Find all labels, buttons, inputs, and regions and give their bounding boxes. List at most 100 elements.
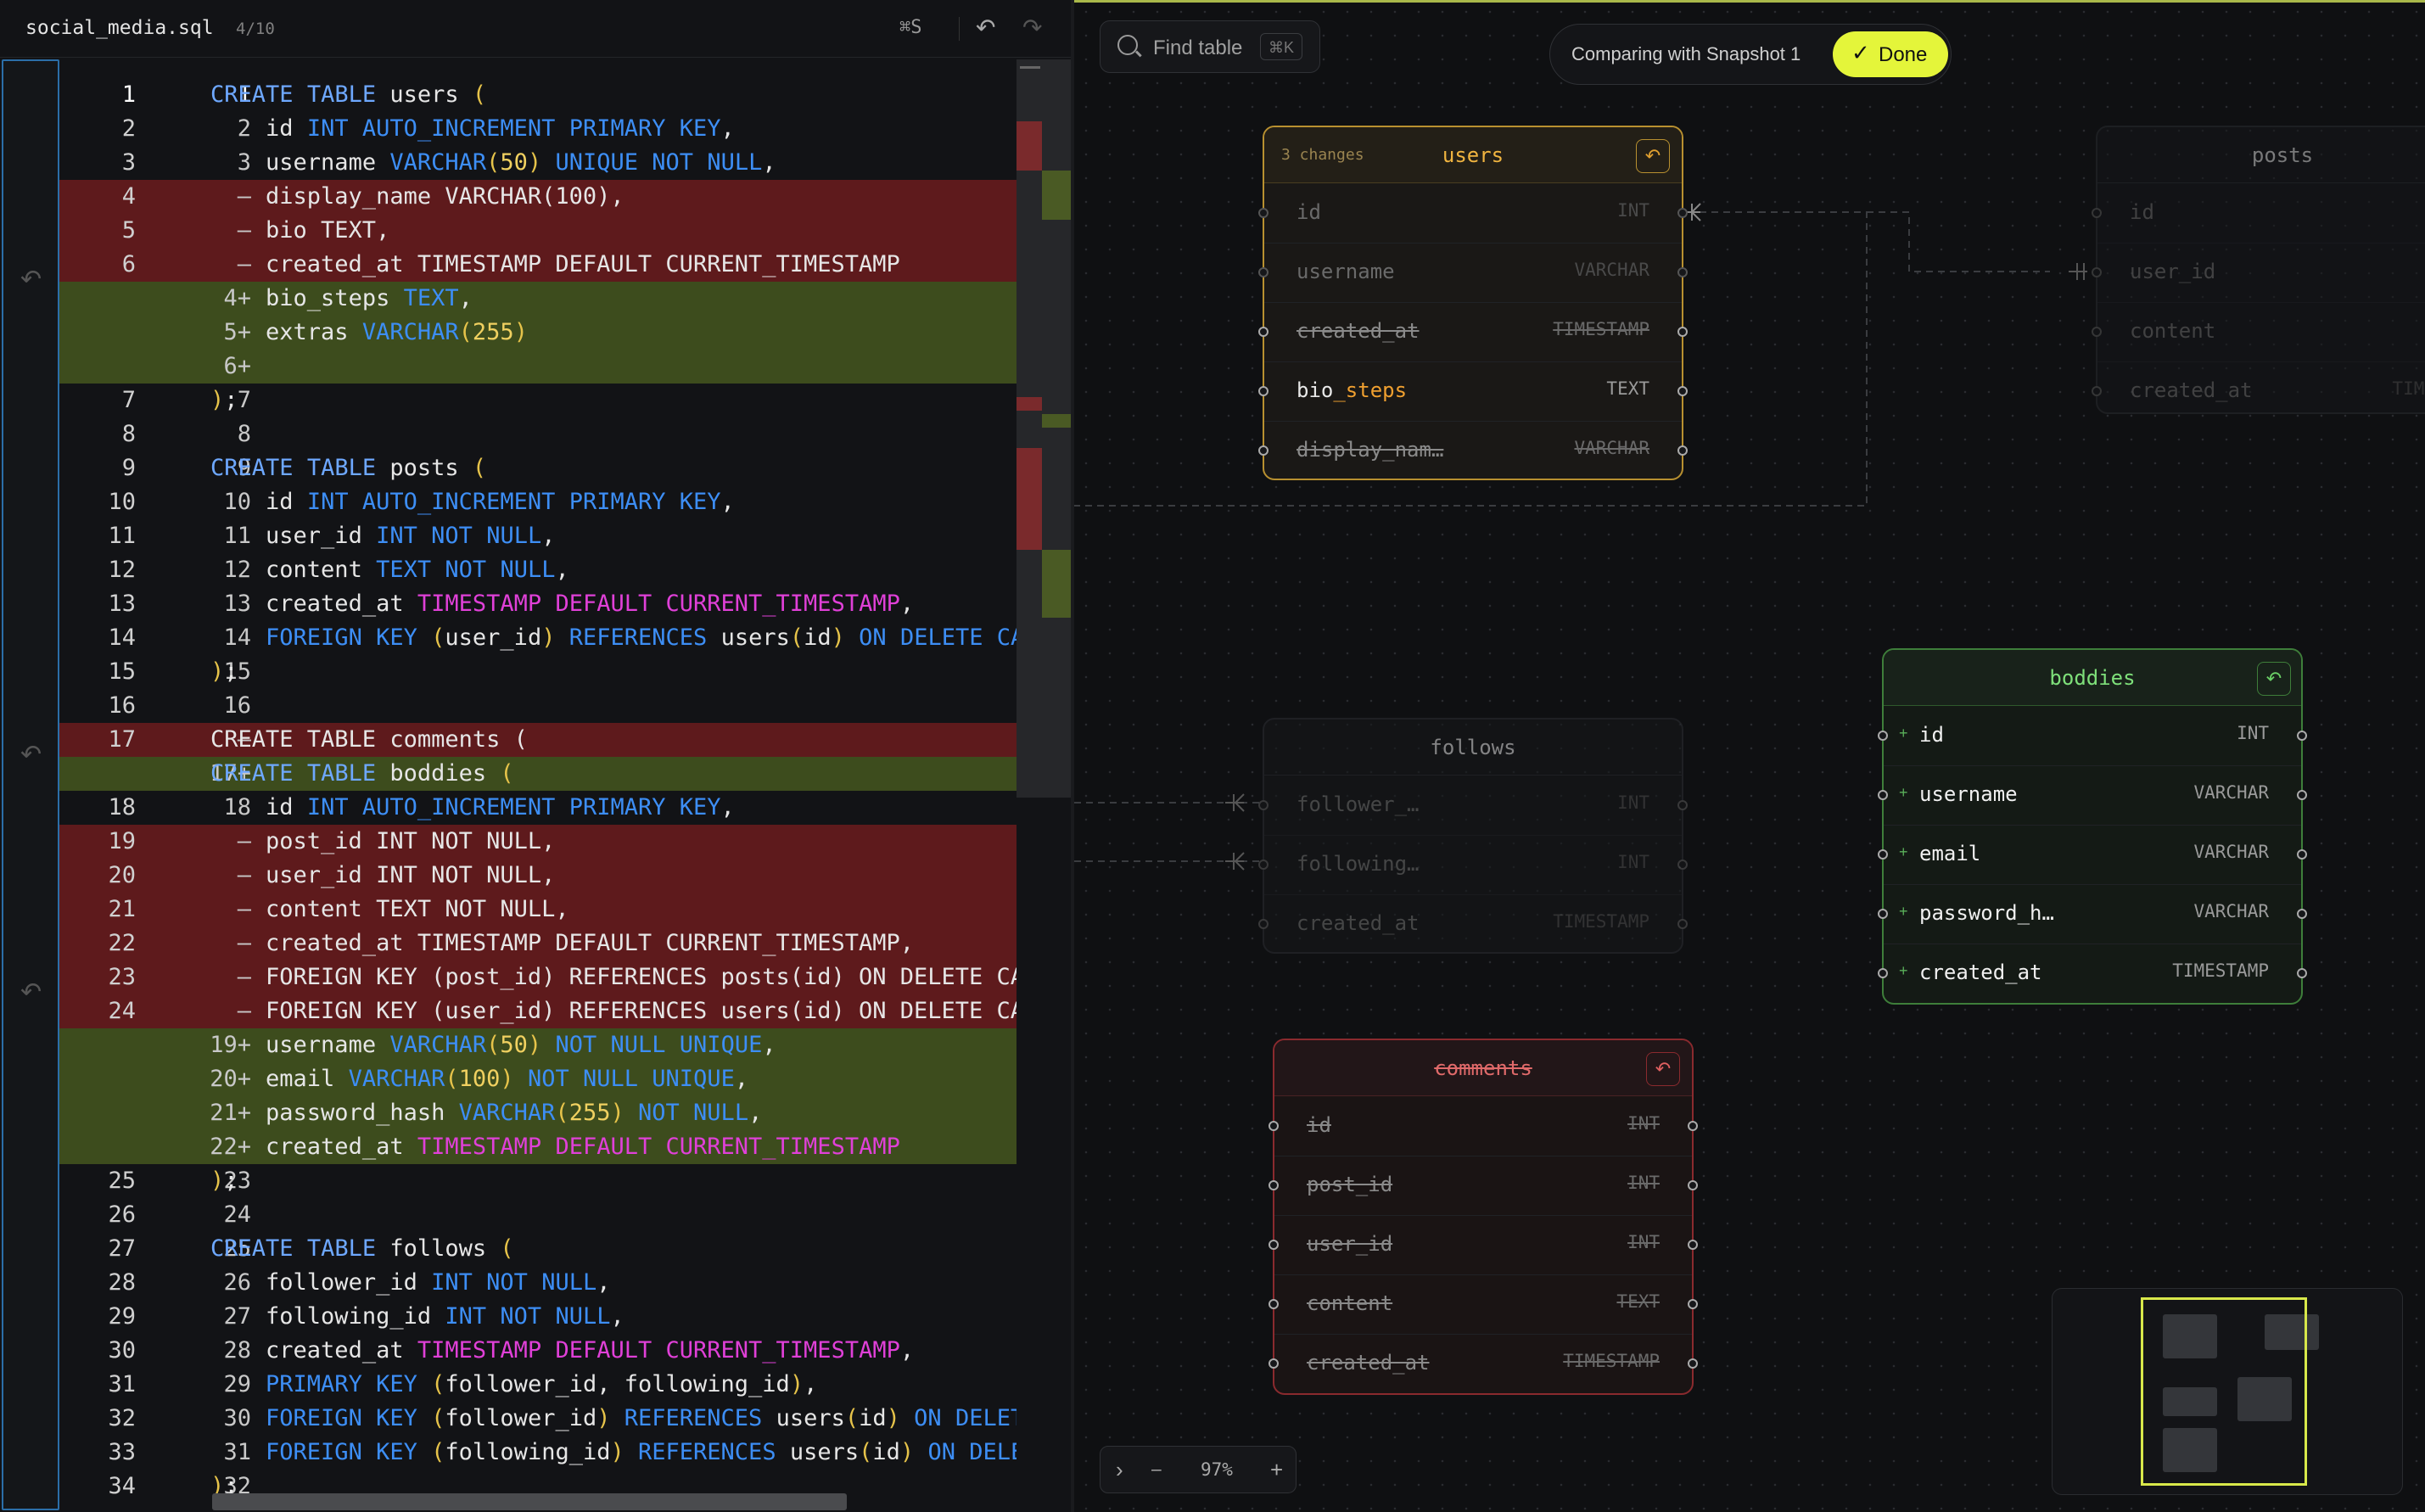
redo-icon[interactable]: ↷ bbox=[1022, 14, 1042, 42]
connector-handle[interactable] bbox=[2297, 849, 2307, 860]
revert-icon[interactable]: ↶ bbox=[1646, 1052, 1680, 1086]
horizontal-scrollbar[interactable] bbox=[212, 1493, 847, 1510]
connector-handle[interactable] bbox=[1878, 909, 1888, 919]
zoom-out-button[interactable]: – bbox=[1151, 1459, 1162, 1480]
code-line[interactable]: 25 23); bbox=[59, 1164, 1016, 1198]
column-row[interactable]: following… INT bbox=[1258, 835, 1688, 894]
column-row[interactable]: + email VARCHAR bbox=[1878, 825, 2307, 884]
table-card-comments[interactable]: comments ↶ id INT post_id INT user_id INT cont… bbox=[1269, 1039, 1698, 1395]
connector-handle[interactable] bbox=[2297, 968, 2307, 978]
code-line[interactable]: 23– FOREIGN KEY (post_id) REFERENCES pos… bbox=[59, 960, 1016, 994]
code-line[interactable]: 18 18 id INT AUTO_INCREMENT PRIMARY KEY, bbox=[59, 791, 1016, 825]
revert-hunk-icon[interactable]: ↶ bbox=[20, 265, 42, 294]
code-line[interactable]: 22+ created_at TIMESTAMP DEFAULT CURRENT… bbox=[59, 1130, 1016, 1164]
code-line[interactable]: 33 31 FOREIGN KEY (following_id) REFERENC… bbox=[59, 1436, 1016, 1470]
column-row[interactable]: + created_at TIMESTAMP bbox=[1878, 944, 2307, 1003]
connector-handle[interactable] bbox=[1258, 327, 1269, 337]
connector-handle[interactable] bbox=[2297, 909, 2307, 919]
code-line[interactable]: 21+ password_hash VARCHAR(255) NOT NULL, bbox=[59, 1096, 1016, 1130]
code-line[interactable]: 30 28 created_at TIMESTAMP DEFAULT CURREN… bbox=[59, 1334, 1016, 1368]
column-row[interactable]: follower_… INT bbox=[1258, 776, 1688, 835]
connector-handle[interactable] bbox=[2092, 386, 2102, 396]
connector-handle[interactable] bbox=[1677, 327, 1688, 337]
column-row[interactable]: + id INT bbox=[1878, 706, 2307, 765]
column-row[interactable]: post_id INT bbox=[1269, 1156, 1698, 1215]
connector-handle[interactable] bbox=[1677, 267, 1688, 277]
connector-handle[interactable] bbox=[2092, 327, 2102, 337]
code-line[interactable]: 22 id INT AUTO_INCREMENT PRIMARY KEY, bbox=[59, 112, 1016, 146]
code-line[interactable]: 16 16 bbox=[59, 689, 1016, 723]
connector-handle[interactable] bbox=[1269, 1180, 1279, 1190]
column-row[interactable]: created_at TIMESTAMP bbox=[1258, 302, 1688, 361]
connector-handle[interactable] bbox=[1677, 208, 1688, 218]
column-row[interactable]: username VARCHAR bbox=[1258, 243, 1688, 302]
connector-handle[interactable] bbox=[1258, 445, 1269, 456]
connector-handle[interactable] bbox=[1677, 445, 1688, 456]
find-table-button[interactable]: Find table ⌘K bbox=[1100, 20, 1320, 73]
connector-handle[interactable] bbox=[1258, 800, 1269, 810]
code-line[interactable]: 88 bbox=[59, 417, 1016, 451]
connector-handle[interactable] bbox=[2297, 731, 2307, 741]
save-shortcut[interactable]: ⌘S bbox=[899, 17, 922, 38]
zoom-in-button[interactable]: + bbox=[1270, 1457, 1283, 1483]
connector-handle[interactable] bbox=[1269, 1299, 1279, 1309]
code-line[interactable]: 13 13 created_at TIMESTAMP DEFAULT CURREN… bbox=[59, 587, 1016, 621]
code-line[interactable]: 5– bio TEXT, bbox=[59, 214, 1016, 248]
connector-handle[interactable] bbox=[1878, 731, 1888, 741]
code-line[interactable]: 12 12 content TEXT NOT NULL, bbox=[59, 553, 1016, 587]
connector-handle[interactable] bbox=[1878, 968, 1888, 978]
column-row[interactable]: id INT bbox=[1269, 1096, 1698, 1156]
code-line[interactable]: 26 24 bbox=[59, 1198, 1016, 1232]
code-area[interactable]: 1 1 CREATE TABLE users (2 2 id INT AUTO_INC… bbox=[59, 78, 1016, 1512]
column-row[interactable]: content bbox=[2092, 302, 2425, 361]
connector-handle[interactable] bbox=[2092, 208, 2102, 218]
code-line[interactable]: 22– created_at TIMESTAMP DEFAULT CURRENT… bbox=[59, 927, 1016, 960]
connector-handle[interactable] bbox=[1269, 1240, 1279, 1250]
code-line[interactable]: 15 15); bbox=[59, 655, 1016, 689]
code-line[interactable]: 21– content TEXT NOT NULL, bbox=[59, 893, 1016, 927]
connector-handle[interactable] bbox=[1677, 919, 1688, 929]
code-line[interactable]: 24– FOREIGN KEY (user_id) REFERENCES use… bbox=[59, 994, 1016, 1028]
connector-handle[interactable] bbox=[1258, 919, 1269, 929]
code-line[interactable]: 17– CREATE TABLE comments ( bbox=[59, 723, 1016, 757]
column-row[interactable]: user_id INT bbox=[1269, 1215, 1698, 1274]
minimap-viewport[interactable] bbox=[2141, 1297, 2307, 1486]
code-line[interactable]: 27 25 CREATE TABLE follows ( bbox=[59, 1232, 1016, 1266]
column-row[interactable]: bio_steps TEXT bbox=[1258, 361, 1688, 421]
table-card-boddies[interactable]: boddies ↶ + id INT + username VARCHAR + email VA… bbox=[1878, 648, 2307, 1005]
column-row[interactable]: created_at TIMESTAMP bbox=[1269, 1334, 1698, 1393]
code-line[interactable]: 1 1 CREATE TABLE users ( bbox=[59, 78, 1016, 112]
code-line[interactable]: 5+ extras VARCHAR(255) bbox=[59, 316, 1016, 350]
connector-handle[interactable] bbox=[1269, 1121, 1279, 1131]
column-row[interactable]: user_id bbox=[2092, 243, 2425, 302]
code-line[interactable]: 33 username VARCHAR(50) UNIQUE NOT NULL, bbox=[59, 146, 1016, 180]
connector-handle[interactable] bbox=[1688, 1358, 1698, 1369]
connector-handle[interactable] bbox=[1677, 386, 1688, 396]
connector-handle[interactable] bbox=[1269, 1358, 1279, 1369]
column-row[interactable]: id INT bbox=[1258, 183, 1688, 243]
code-line[interactable]: 31 29 PRIMARY KEY (follower_id, following… bbox=[59, 1368, 1016, 1402]
code-line[interactable]: 6– created_at TIMESTAMP DEFAULT CURRENT_… bbox=[59, 248, 1016, 282]
code-line[interactable]: 17+ CREATE TABLE boddies ( bbox=[59, 757, 1016, 791]
connector-handle[interactable] bbox=[2092, 267, 2102, 277]
expand-icon[interactable]: › bbox=[1116, 1457, 1123, 1483]
editor-minimap[interactable] bbox=[1016, 59, 1071, 798]
revert-icon[interactable]: ↶ bbox=[2257, 662, 2291, 696]
revert-hunk-icon[interactable]: ↶ bbox=[20, 977, 42, 1007]
column-row[interactable]: content TEXT bbox=[1269, 1274, 1698, 1334]
code-line[interactable]: 7 7); bbox=[59, 384, 1016, 417]
connector-handle[interactable] bbox=[1258, 208, 1269, 218]
connector-handle[interactable] bbox=[1688, 1121, 1698, 1131]
code-line[interactable]: 32 30 FOREIGN KEY (follower_id) REFERENCE… bbox=[59, 1402, 1016, 1436]
column-row[interactable]: created_at TIME bbox=[2092, 361, 2425, 421]
connector-handle[interactable] bbox=[1677, 860, 1688, 870]
table-card-users[interactable]: 3 changes users ↶ id INT username VARCHAR cr… bbox=[1258, 126, 1688, 480]
code-line[interactable]: 9 9 CREATE TABLE posts ( bbox=[59, 451, 1016, 485]
connector-handle[interactable] bbox=[1688, 1180, 1698, 1190]
code-line[interactable]: 19– post_id INT NOT NULL, bbox=[59, 825, 1016, 859]
canvas-minimap[interactable] bbox=[2052, 1288, 2403, 1495]
code-line[interactable]: 11 11 user_id INT NOT NULL, bbox=[59, 519, 1016, 553]
connector-handle[interactable] bbox=[1258, 267, 1269, 277]
connector-handle[interactable] bbox=[1878, 790, 1888, 800]
table-card-posts[interactable]: posts id user_idcontent created_at TIME bbox=[2092, 126, 2425, 414]
